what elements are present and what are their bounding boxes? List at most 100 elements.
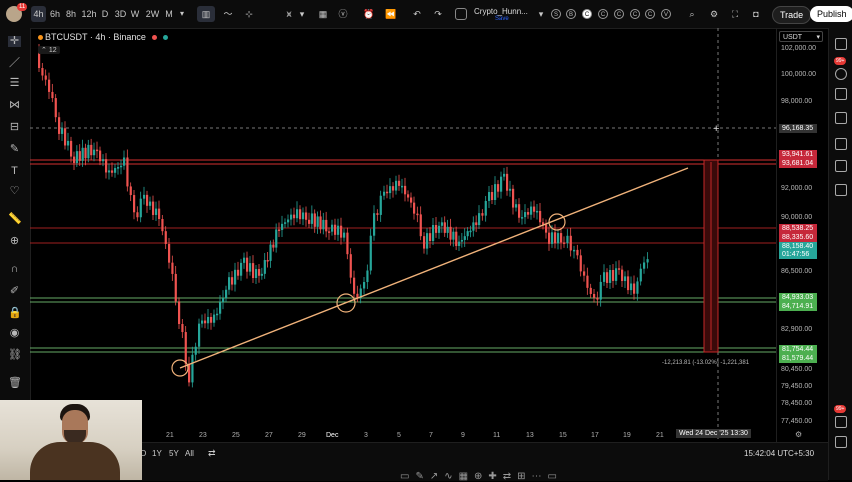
date-label: 19 xyxy=(623,432,631,439)
candle-body xyxy=(263,260,266,274)
brush-tool-icon[interactable]: ✎ xyxy=(8,144,21,155)
search-icon[interactable]: ⌕ xyxy=(686,6,698,22)
date-range-icon[interactable]: ⇄ xyxy=(208,448,216,459)
alert-icon[interactable]: ⏰ xyxy=(362,6,376,22)
price-chart[interactable]: + xyxy=(30,28,776,442)
chart-pane[interactable]: + BTCUSDT · 4h · Binance ⌃ 12 -12,213.81… xyxy=(30,28,776,442)
candle-body xyxy=(237,269,240,276)
indicators-chevron-icon[interactable]: ▾ xyxy=(298,6,306,22)
date-label: 27 xyxy=(265,432,273,439)
candle-body xyxy=(618,268,621,270)
timeframe-8h[interactable]: 8h xyxy=(64,6,78,22)
circle-c1-icon[interactable]: C xyxy=(582,9,592,19)
candle-body xyxy=(108,170,111,173)
hotlists-icon[interactable] xyxy=(835,184,847,196)
chat-icon[interactable] xyxy=(835,416,847,428)
circle-c4-icon[interactable]: C xyxy=(630,9,640,19)
timeframe-1d[interactable]: D xyxy=(100,6,110,22)
magnet-icon[interactable]: ∩ xyxy=(8,264,21,275)
candle-body xyxy=(204,320,207,324)
candle-body xyxy=(596,297,599,300)
watchlist-icon[interactable] xyxy=(835,38,847,50)
candle-body xyxy=(413,202,416,214)
link-icon[interactable]: ⛓ xyxy=(8,350,22,361)
layout-chevron-icon[interactable]: ▾ xyxy=(537,6,545,22)
redo-icon[interactable]: ↷ xyxy=(432,6,444,22)
templates-icon[interactable]: ▦ xyxy=(317,6,329,22)
timeframe-2w[interactable]: 2W xyxy=(145,6,160,22)
candle-body xyxy=(67,140,70,146)
price-tag: 84,933.03 xyxy=(779,293,817,302)
lock-icon[interactable]: 🔒 xyxy=(8,308,22,319)
symbol-title[interactable]: BTCUSDT · 4h · Binance xyxy=(38,32,168,42)
candle-body xyxy=(178,301,181,324)
alerts-icon[interactable] xyxy=(835,68,847,80)
right-sidebar: 99+ 99+ xyxy=(828,28,852,480)
trash-icon[interactable]: 🗑 xyxy=(8,378,22,389)
ideas-icon[interactable] xyxy=(835,112,847,124)
fib-tool-icon[interactable]: ☰ xyxy=(8,78,21,89)
zoom-in-icon[interactable]: ⊕ xyxy=(8,236,21,247)
timeframe-4h[interactable]: 4h xyxy=(31,6,46,22)
candle-body xyxy=(643,262,646,269)
circle-v-icon[interactable]: V xyxy=(661,9,671,19)
circle-c2-icon[interactable]: C xyxy=(598,9,608,19)
eye-icon[interactable]: ◉ xyxy=(8,328,21,339)
range-all[interactable]: All xyxy=(185,449,194,458)
timeframe-12h[interactable]: 12h xyxy=(80,6,98,22)
candle-body xyxy=(136,212,139,218)
layout-name[interactable]: Crypto_Hunn... xyxy=(474,7,528,16)
clock-time[interactable]: 15:42:04 UTC+5:30 xyxy=(744,449,814,458)
candle-body xyxy=(194,346,197,355)
text-tool-icon[interactable]: T xyxy=(8,166,21,177)
heart-icon[interactable]: ♡ xyxy=(8,186,21,197)
price-axis[interactable]: USDT ▾ 102,000.00 100,000.00 98,000.00 96… xyxy=(776,28,829,442)
layout-icon[interactable] xyxy=(455,8,467,20)
layout-save[interactable]: Save xyxy=(495,16,509,22)
ruler-icon[interactable]: 📏 xyxy=(8,214,22,225)
circle-b-icon[interactable]: B xyxy=(566,9,576,19)
chevron-down-icon[interactable]: ▾ xyxy=(178,6,186,22)
layers-icon[interactable] xyxy=(835,88,847,100)
trendline-tool-icon[interactable]: ／ xyxy=(8,58,21,69)
candle-body xyxy=(349,254,352,278)
circle-c5-icon[interactable]: C xyxy=(645,9,655,19)
range-1y[interactable]: 1Y xyxy=(152,449,162,458)
range-5y[interactable]: 5Y xyxy=(169,449,179,458)
candle-body xyxy=(234,269,237,285)
news-icon[interactable] xyxy=(835,160,847,172)
candle-body xyxy=(246,257,249,272)
fullscreen-icon[interactable]: ⛶ xyxy=(729,6,741,22)
help-icon[interactable] xyxy=(835,436,847,448)
candle-body xyxy=(158,208,161,220)
settings-icon[interactable]: ⚙ xyxy=(708,6,720,22)
candles-icon[interactable]: ▥ xyxy=(197,6,215,22)
indicators-icon[interactable]: ⩙ xyxy=(282,6,296,22)
calendar-icon[interactable] xyxy=(835,138,847,150)
line-chart-icon[interactable]: 〜 xyxy=(220,6,236,22)
candle-body xyxy=(191,354,194,383)
replay-icon[interactable]: ⏪ xyxy=(385,6,397,22)
candle-body xyxy=(87,144,90,159)
axis-settings-icon[interactable]: ⚙ xyxy=(795,430,802,439)
publish-button[interactable]: Publish xyxy=(810,6,852,22)
pattern-tool-icon[interactable]: ⋈ xyxy=(8,100,21,111)
timeframe-6h[interactable]: 6h xyxy=(48,6,62,22)
forecast-tool-icon[interactable]: ⊟ xyxy=(8,122,21,133)
indicators-toggle[interactable]: ⌃ 12 xyxy=(38,46,60,54)
candle-body xyxy=(308,219,311,224)
timeframe-3d[interactable]: 3D xyxy=(113,6,128,22)
candle-body xyxy=(475,222,478,226)
timeframe-1w[interactable]: W xyxy=(130,6,140,22)
stay-drawing-icon[interactable]: ✐ xyxy=(8,286,21,297)
compare-icon[interactable]: ⊹ xyxy=(243,6,255,22)
templates-chevron-icon[interactable]: ⓥ xyxy=(338,6,348,22)
crosshair-icon[interactable]: ✛ xyxy=(8,36,21,47)
timeframe-1m[interactable]: M xyxy=(164,6,174,22)
circle-c3-icon[interactable]: C xyxy=(614,9,624,19)
camera-icon[interactable]: ◘ xyxy=(750,6,762,22)
undo-icon[interactable]: ↶ xyxy=(411,6,423,22)
currency-select[interactable]: USDT ▾ xyxy=(779,31,823,42)
circle-s-icon[interactable]: S xyxy=(551,9,561,19)
trade-button[interactable]: Trade xyxy=(772,6,812,24)
